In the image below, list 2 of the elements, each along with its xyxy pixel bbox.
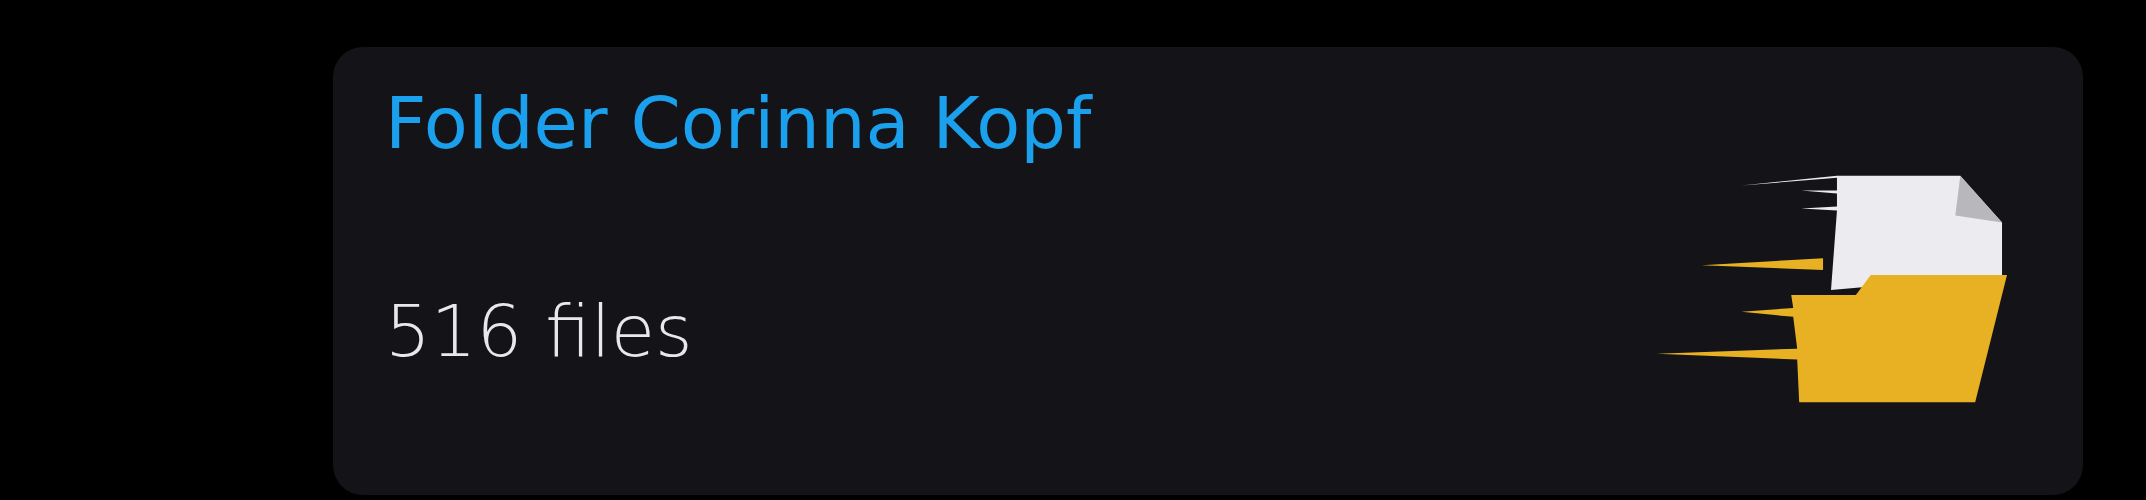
file-count: 516 files bbox=[385, 288, 694, 375]
folder-title: Folder Corinna Kopf bbox=[385, 80, 1092, 167]
